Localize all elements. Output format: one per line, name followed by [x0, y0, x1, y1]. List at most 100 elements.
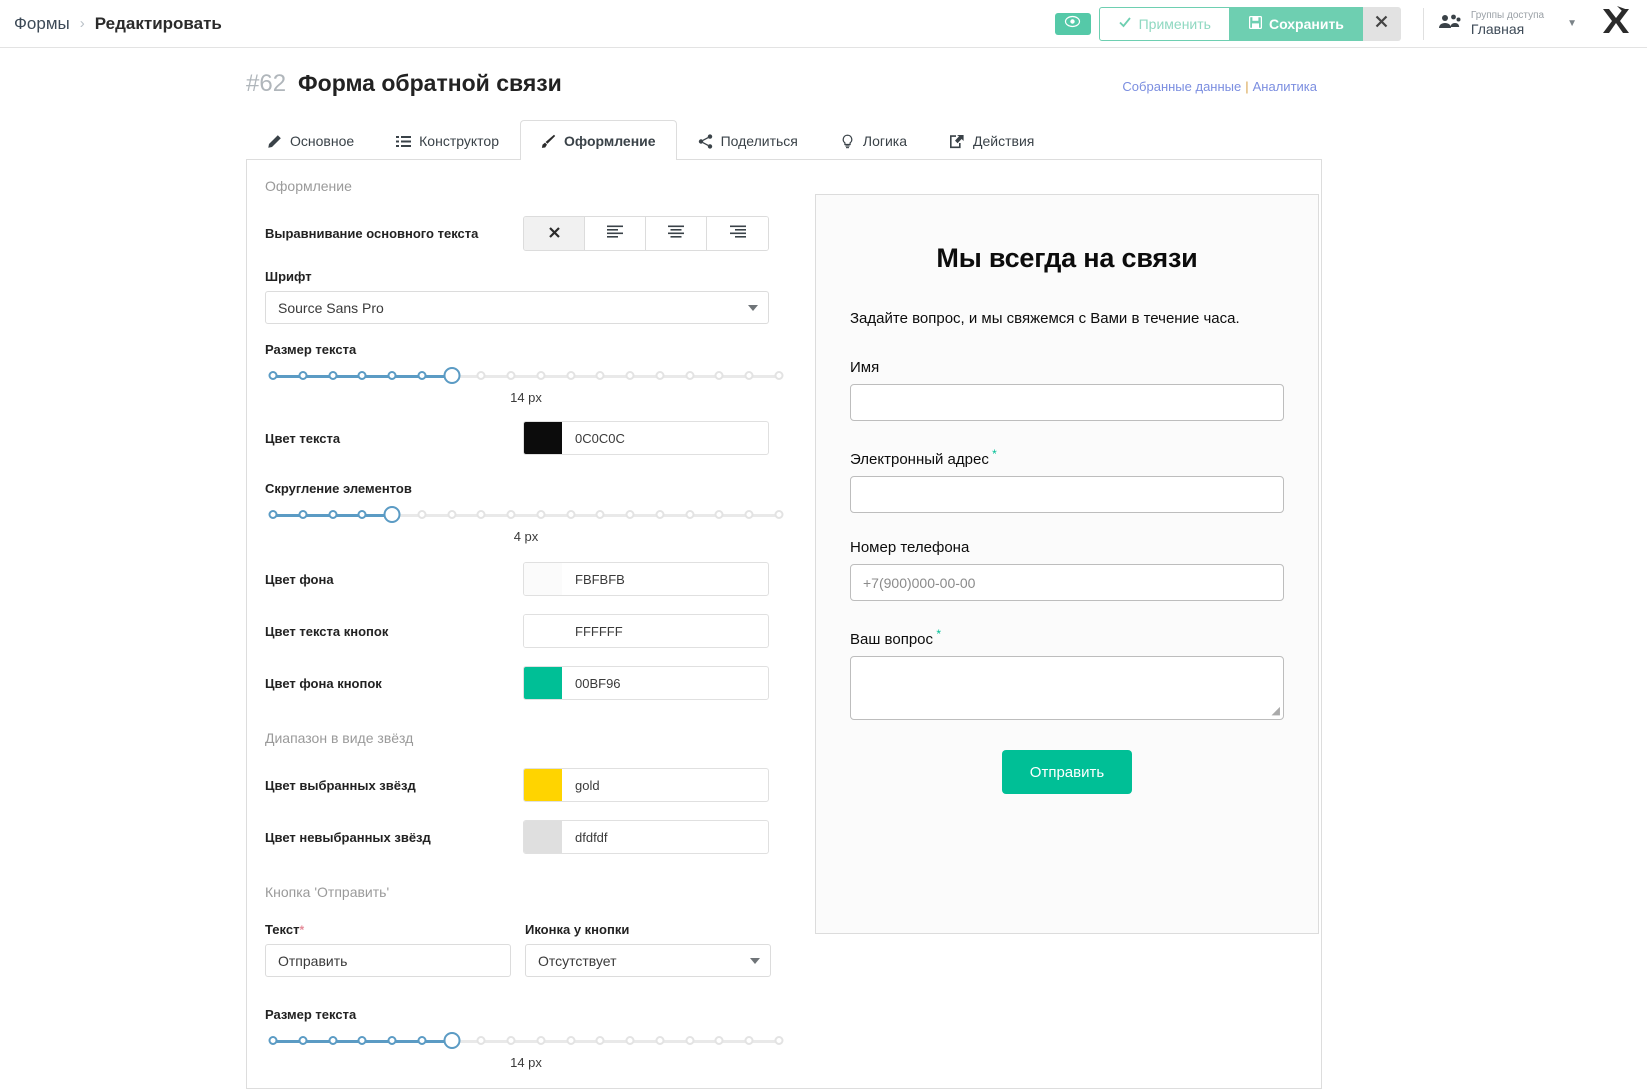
- slider-handle[interactable]: [383, 506, 401, 523]
- tab-oformlenie[interactable]: Оформление: [519, 120, 677, 160]
- slider-tick[interactable]: [417, 510, 427, 519]
- slider-tick[interactable]: [774, 510, 784, 519]
- radius-slider[interactable]: [268, 506, 784, 523]
- submit-text-input[interactable]: Отправить: [265, 944, 511, 977]
- slider-tick[interactable]: [625, 510, 635, 519]
- access-group-selector[interactable]: Группы доступа Главная ▼: [1438, 10, 1577, 38]
- slider-tick[interactable]: [595, 371, 605, 380]
- text-color-field[interactable]: 0C0C0C: [523, 421, 769, 455]
- text-size-slider[interactable]: [268, 367, 784, 384]
- slider-tick[interactable]: [506, 510, 516, 519]
- slider-tick[interactable]: [268, 510, 278, 519]
- chevron-down-icon[interactable]: ▼: [1567, 18, 1577, 29]
- slider-tick[interactable]: [774, 1036, 784, 1045]
- slider-tick[interactable]: [744, 1036, 754, 1045]
- slider-tick[interactable]: [506, 1036, 516, 1045]
- bg-color-swatch[interactable]: [524, 563, 562, 595]
- slider-tick[interactable]: [655, 510, 665, 519]
- button-bg-color-swatch[interactable]: [524, 667, 562, 699]
- preview-textarea[interactable]: ◢: [850, 656, 1284, 720]
- slider-tick[interactable]: [714, 510, 724, 519]
- slider-tick[interactable]: [566, 371, 576, 380]
- slider-tick[interactable]: [357, 510, 367, 519]
- close-button[interactable]: [1362, 6, 1401, 41]
- font-select[interactable]: Source Sans Pro: [265, 291, 769, 324]
- slider-tick[interactable]: [685, 510, 695, 519]
- slider-tick[interactable]: [417, 1036, 427, 1045]
- slider-tick[interactable]: [447, 510, 457, 519]
- slider-tick[interactable]: [685, 1036, 695, 1045]
- tab-konstruktor[interactable]: Конструктор: [375, 120, 520, 160]
- page-title-row: #62 Форма обратной связи Собранные данны…: [0, 48, 1647, 98]
- preview-button[interactable]: [1054, 12, 1091, 35]
- slider-tick[interactable]: [506, 371, 516, 380]
- slider-tick[interactable]: [298, 1036, 308, 1045]
- slider-tick[interactable]: [595, 510, 605, 519]
- slider-tick[interactable]: [476, 371, 486, 380]
- tab-podelitsya[interactable]: Поделиться: [677, 120, 819, 160]
- slider-handle[interactable]: [443, 1032, 461, 1049]
- tab-deystviya[interactable]: Действия: [928, 120, 1055, 160]
- slider-tick[interactable]: [595, 1036, 605, 1045]
- resize-handle-icon[interactable]: ◢: [1272, 704, 1280, 717]
- align-left-button[interactable]: [585, 217, 646, 250]
- slider-tick[interactable]: [774, 371, 784, 380]
- preview-input[interactable]: [850, 476, 1284, 513]
- slider-tick[interactable]: [268, 1036, 278, 1045]
- slider-tick[interactable]: [417, 371, 427, 380]
- slider-tick[interactable]: [536, 1036, 546, 1045]
- slider-tick[interactable]: [357, 371, 367, 380]
- slider-tick[interactable]: [536, 371, 546, 380]
- tab-label: Основное: [290, 133, 355, 149]
- star-selected-color-field[interactable]: gold: [523, 768, 769, 802]
- slider-tick[interactable]: [298, 510, 308, 519]
- text-color-swatch[interactable]: [524, 422, 562, 454]
- slider-tick[interactable]: [357, 1036, 367, 1045]
- slider-tick[interactable]: [268, 371, 278, 380]
- slider-tick[interactable]: [298, 371, 308, 380]
- star-unselected-color-field[interactable]: dfdfdf: [523, 820, 769, 854]
- slider-tick[interactable]: [744, 371, 754, 380]
- slider-tick[interactable]: [328, 510, 338, 519]
- slider-tick[interactable]: [387, 371, 397, 380]
- bg-color-field[interactable]: FBFBFB: [523, 562, 769, 596]
- analytics-link[interactable]: Аналитика: [1253, 79, 1317, 94]
- slider-tick[interactable]: [328, 371, 338, 380]
- slider-tick[interactable]: [655, 371, 665, 380]
- slider-tick[interactable]: [655, 1036, 665, 1045]
- submit-icon-select[interactable]: Отсутствует: [525, 944, 771, 977]
- slider-tick[interactable]: [476, 1036, 486, 1045]
- star-unselected-color-swatch[interactable]: [524, 821, 562, 853]
- slider-tick[interactable]: [328, 1036, 338, 1045]
- slider-tick[interactable]: [566, 1036, 576, 1045]
- preview-input[interactable]: +7(900)000-00-00: [850, 564, 1284, 601]
- slider-tick[interactable]: [625, 1036, 635, 1045]
- slider-tick[interactable]: [714, 371, 724, 380]
- slider-tick[interactable]: [536, 510, 546, 519]
- preview-input[interactable]: [850, 384, 1284, 421]
- slider-tick[interactable]: [685, 371, 695, 380]
- align-none-button[interactable]: [524, 217, 585, 250]
- submit-text-size-slider[interactable]: [268, 1032, 784, 1049]
- slider-handle[interactable]: [443, 367, 461, 384]
- slider-tick[interactable]: [476, 510, 486, 519]
- save-button[interactable]: Сохранить: [1229, 6, 1363, 41]
- button-text-color-swatch[interactable]: [524, 615, 562, 647]
- slider-tick[interactable]: [625, 371, 635, 380]
- slider-tick[interactable]: [714, 1036, 724, 1045]
- slider-tick[interactable]: [387, 1036, 397, 1045]
- apply-button[interactable]: Применить: [1098, 6, 1230, 41]
- slider-tick[interactable]: [744, 510, 754, 519]
- button-bg-color-field[interactable]: 00BF96: [523, 666, 769, 700]
- slider-tick[interactable]: [566, 510, 576, 519]
- preview-submit-button[interactable]: Отправить: [1001, 750, 1133, 794]
- tab-logika[interactable]: Логика: [819, 120, 928, 160]
- align-center-button[interactable]: [646, 217, 707, 250]
- breadcrumb-root[interactable]: Формы: [14, 14, 70, 34]
- button-text-color-field[interactable]: FFFFFF: [523, 614, 769, 648]
- top-bar: Формы › Редактировать Применить Сохранит…: [0, 0, 1647, 48]
- align-right-button[interactable]: [707, 217, 768, 250]
- collected-data-link[interactable]: Собранные данные: [1122, 79, 1241, 94]
- tab-osnovnoe[interactable]: Основное: [246, 120, 375, 160]
- star-selected-color-swatch[interactable]: [524, 769, 562, 801]
